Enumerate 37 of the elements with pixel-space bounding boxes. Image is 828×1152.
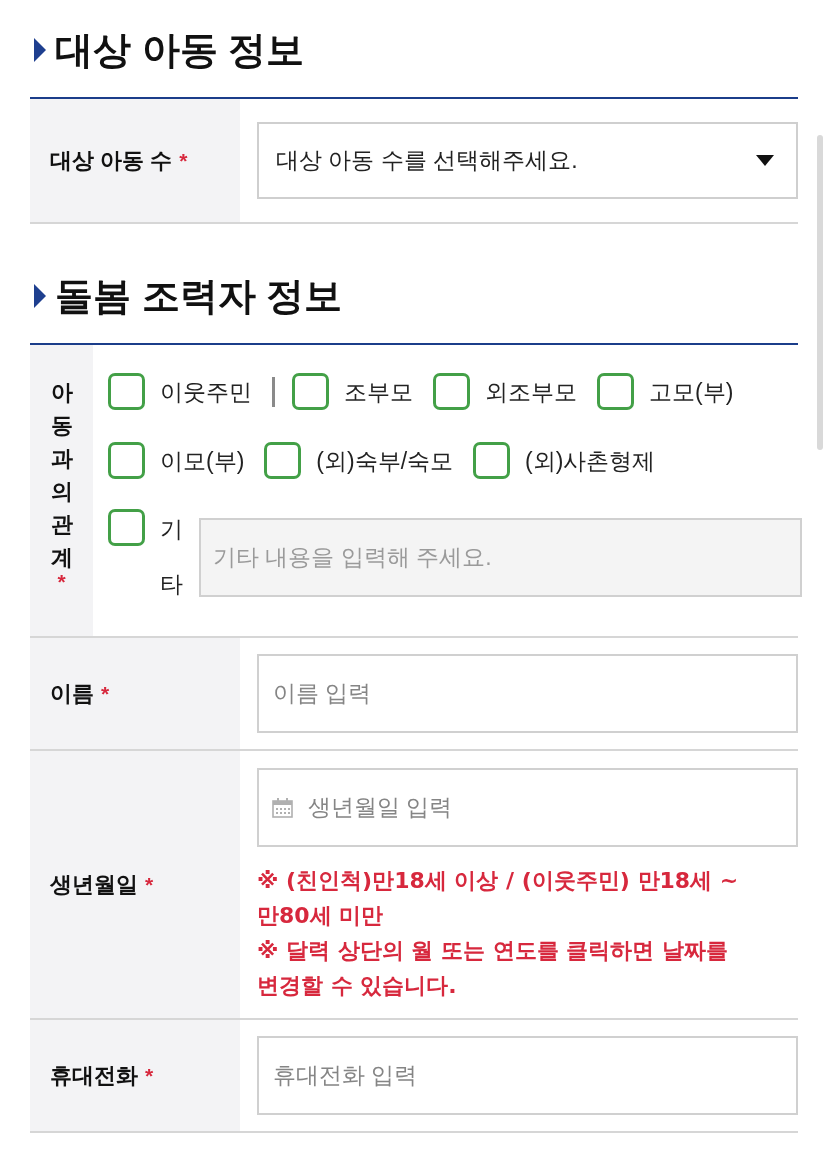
checkbox[interactable] bbox=[292, 373, 329, 410]
checkbox[interactable] bbox=[264, 442, 302, 479]
checkbox-label[interactable]: (외)사촌형제 bbox=[525, 445, 656, 476]
field-label: 생년월일 bbox=[50, 871, 138, 899]
field-label: 대상 아동 수 bbox=[50, 147, 173, 175]
notice-text: ※ (친인척)만18세 이상 / (이웃주민) 만18세 ~ 만80세 미만 bbox=[257, 867, 740, 930]
bullet-icon bbox=[34, 38, 46, 62]
bullet-icon bbox=[34, 284, 46, 308]
checkbox[interactable] bbox=[108, 442, 145, 479]
field-label: 이름 bbox=[50, 680, 94, 708]
text-input[interactable]: 이름 입력 bbox=[257, 654, 798, 733]
checkbox[interactable] bbox=[108, 373, 145, 410]
required-mark: * bbox=[145, 871, 154, 898]
field-label: 휴대전화 bbox=[50, 1062, 138, 1090]
section-title: 대상 아동 정보 bbox=[55, 28, 305, 73]
required-mark: * bbox=[101, 680, 110, 707]
checkbox-label[interactable]: 이웃주민 bbox=[160, 376, 252, 407]
notice-text: ※ 달력 상단의 월 또는 연도를 클릭하면 날짜를 변경할 수 있습니다. bbox=[257, 937, 729, 1000]
checkbox-label[interactable]: (외)숙부/숙모 bbox=[316, 445, 454, 476]
required-mark: * bbox=[145, 1062, 154, 1089]
calendar-icon bbox=[272, 798, 293, 818]
checkbox-label[interactable]: 고모(부) bbox=[649, 376, 734, 407]
checkbox-label[interactable]: 외조부모 bbox=[485, 376, 577, 407]
dropdown-select[interactable]: 대상 아동 수를 선택해주세요. bbox=[257, 122, 798, 199]
checkbox-label[interactable]: 이모(부) bbox=[160, 445, 245, 476]
required-mark: * bbox=[57, 572, 66, 592]
checkbox[interactable] bbox=[473, 442, 511, 479]
section-title: 돌봄 조력자 정보 bbox=[55, 274, 343, 319]
field-label: 아동과의관계 bbox=[50, 379, 73, 572]
checkbox[interactable] bbox=[597, 373, 634, 410]
checkbox-label[interactable]: 조부모 bbox=[344, 376, 413, 407]
caret-icon bbox=[756, 155, 774, 166]
required-mark: * bbox=[179, 147, 188, 174]
checkbox[interactable] bbox=[433, 373, 470, 410]
text-input[interactable]: 휴대전화 입력 bbox=[257, 1036, 798, 1115]
date-input[interactable]: 생년월일 입력 bbox=[257, 768, 798, 847]
scrollbar-thumb[interactable] bbox=[817, 135, 823, 450]
